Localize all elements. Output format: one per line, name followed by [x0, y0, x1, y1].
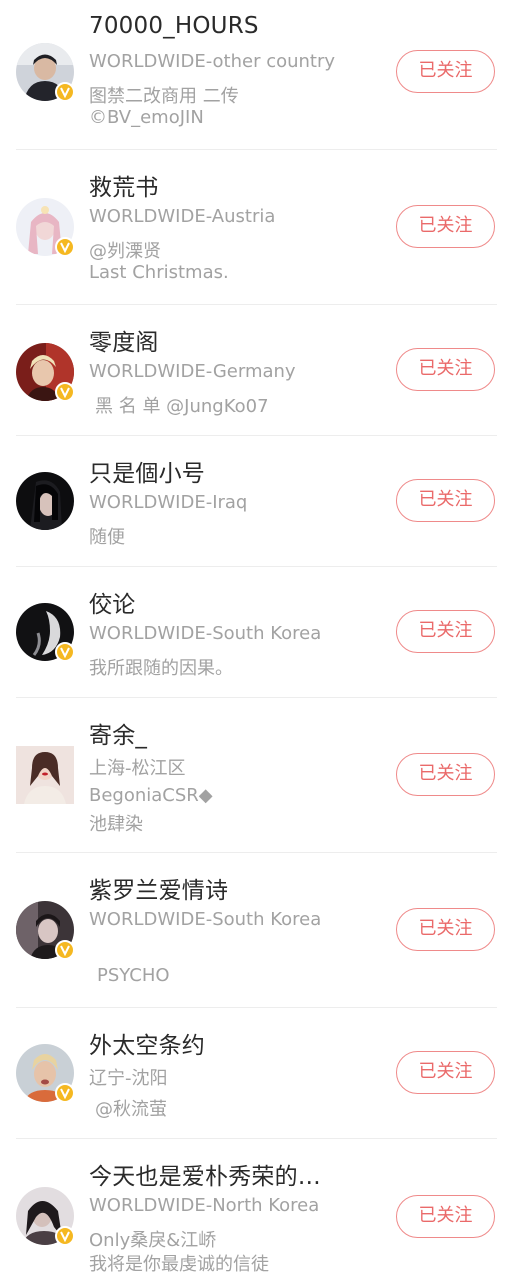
verified-badge-icon [55, 237, 75, 257]
user-bio-line: Last Christmas. [89, 262, 229, 283]
user-bio-line: @秋流萤 [95, 1099, 167, 1120]
following-button[interactable]: 已关注 [396, 610, 495, 653]
user-bio-line: BegoniaCSR◆ [89, 785, 213, 806]
user-location: 辽宁-沈阳 [89, 1068, 168, 1089]
list-item[interactable]: 佼论 WORLDWIDE-South Korea 我所跟随的因果。 已关注 [0, 567, 513, 698]
following-button[interactable]: 已关注 [396, 348, 495, 391]
verified-badge-icon [55, 940, 75, 960]
list-item[interactable]: 外太空条约 辽宁-沈阳 @秋流萤 已关注 [0, 1008, 513, 1139]
user-location: 上海-松江区 [89, 758, 186, 779]
verified-badge-icon [55, 1226, 75, 1246]
user-bio-line: 随便 [89, 527, 125, 548]
list-item[interactable]: 只是個小号 WORLDWIDE-Iraq 随便 已关注 [0, 436, 513, 567]
following-button[interactable]: 已关注 [396, 50, 495, 93]
user-location: WORLDWIDE-North Korea [89, 1195, 320, 1216]
user-name[interactable]: 今天也是爱朴秀荣的… [89, 1157, 321, 1191]
following-button[interactable]: 已关注 [396, 205, 495, 248]
verified-badge-icon [55, 82, 75, 102]
user-bio-line: PSYCHO [97, 965, 170, 986]
verified-badge-icon [55, 1083, 75, 1103]
user-name[interactable]: 紫罗兰爱情诗 [89, 871, 228, 905]
following-button[interactable]: 已关注 [396, 753, 495, 796]
user-bio-line: 我所跟随的因果。 [89, 658, 233, 679]
list-item[interactable]: 今天也是爱朴秀荣的… WORLDWIDE-North Korea Only桑戾&… [0, 1139, 513, 1280]
avatar[interactable] [16, 343, 75, 402]
list-item[interactable]: 救荒书 WORLDWIDE-Austria @刿溧贤 Last Christma… [0, 150, 513, 305]
user-location: WORLDWIDE-South Korea [89, 623, 322, 644]
user-bio-line: 图禁二改商用 二传 [89, 86, 239, 107]
verified-badge-icon [55, 642, 75, 662]
avatar[interactable] [16, 746, 74, 804]
avatar[interactable] [16, 472, 74, 530]
user-name[interactable]: 只是個小号 [89, 454, 205, 488]
avatar[interactable] [16, 1044, 75, 1103]
user-bio-line: 池肆染 [89, 814, 143, 835]
follow-list: 70000_HOURS WORLDWIDE-other country 图禁二改… [0, 0, 513, 1280]
avatar[interactable] [16, 198, 75, 257]
avatar[interactable] [16, 1187, 75, 1246]
verified-badge-icon [55, 382, 75, 402]
user-bio-line: 黑 名 单 @JungKo07 [95, 396, 269, 417]
list-item[interactable]: 寄余_ 上海-松江区 BegoniaCSR◆ 池肆染 已关注 [0, 698, 513, 853]
user-bio-line: @刿溧贤 [89, 241, 161, 262]
following-button[interactable]: 已关注 [396, 1195, 495, 1238]
user-bio-line: 我将是你最虔诚的信徒 [89, 1254, 269, 1275]
following-button[interactable]: 已关注 [396, 479, 495, 522]
user-location: WORLDWIDE-Austria [89, 206, 276, 227]
user-bio-line: ©BV_emoJIN [89, 107, 204, 128]
list-item[interactable]: 零度阁 WORLDWIDE-Germany 黑 名 单 @JungKo07 已关… [0, 305, 513, 436]
list-item[interactable]: 70000_HOURS WORLDWIDE-other country 图禁二改… [0, 0, 513, 150]
user-name[interactable]: 零度阁 [89, 323, 159, 357]
following-button[interactable]: 已关注 [396, 1051, 495, 1094]
avatar[interactable] [16, 901, 75, 960]
user-name[interactable]: 救荒书 [89, 168, 159, 202]
user-name[interactable]: 70000_HOURS [89, 13, 259, 39]
user-location: WORLDWIDE-South Korea [89, 909, 322, 930]
user-bio-line: Only桑戾&江峤 [89, 1230, 217, 1251]
user-name[interactable]: 寄余_ [89, 716, 147, 750]
following-button[interactable]: 已关注 [396, 908, 495, 951]
user-location: WORLDWIDE-Germany [89, 361, 296, 382]
list-item[interactable]: 紫罗兰爱情诗 WORLDWIDE-South Korea PSYCHO 已关注 [0, 853, 513, 1008]
avatar[interactable] [16, 43, 75, 102]
user-name[interactable]: 外太空条约 [89, 1026, 205, 1060]
user-name[interactable]: 佼论 [89, 585, 135, 619]
avatar[interactable] [16, 603, 75, 662]
user-location: WORLDWIDE-Iraq [89, 492, 248, 513]
user-location: WORLDWIDE-other country [89, 51, 336, 72]
